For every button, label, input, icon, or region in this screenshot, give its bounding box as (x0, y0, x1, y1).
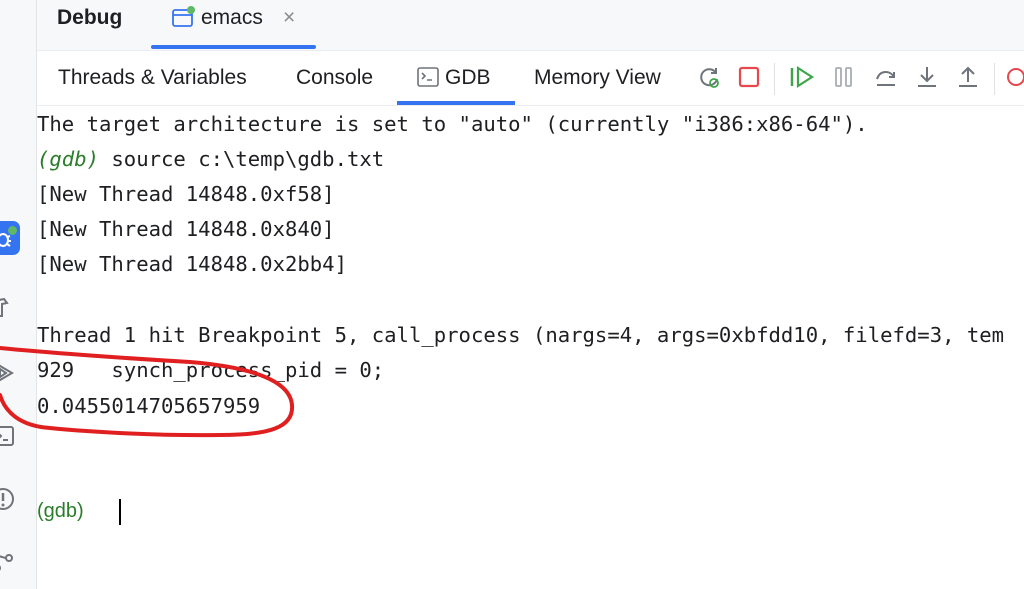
stop-icon (737, 65, 761, 94)
git-icon (0, 550, 15, 574)
toolbar-separator (994, 63, 995, 95)
terminal-tool-button[interactable] (0, 419, 20, 453)
left-tool-strip (0, 0, 37, 589)
tool-window-header: Debug emacs × (37, 0, 1024, 51)
close-icon[interactable]: × (283, 6, 295, 30)
breakpoints-icon (1003, 65, 1024, 93)
console-result-value: 0.0455014705657959 (37, 394, 261, 418)
pause-button[interactable] (830, 65, 858, 93)
active-tab-indicator (397, 101, 515, 105)
session-tab-indicator (151, 45, 316, 49)
step-out-button[interactable] (954, 65, 982, 93)
pause-icon (833, 65, 855, 94)
terminal-icon (417, 67, 439, 93)
problems-icon (0, 487, 15, 511)
hammer-icon (0, 295, 15, 319)
debug-tool-button[interactable] (0, 221, 20, 255)
gdb-console[interactable]: The target architecture is set to "auto"… (37, 106, 1024, 589)
tab-gdb[interactable]: GDB (445, 66, 491, 89)
console-line: 929 synch_process_pid = 0; (37, 358, 385, 382)
step-over-button[interactable] (872, 65, 900, 93)
terminal-icon (0, 424, 15, 448)
build-tool-button[interactable] (0, 290, 20, 324)
run-tool-button[interactable] (0, 356, 20, 390)
problems-tool-button[interactable] (0, 482, 20, 516)
console-line: [New Thread 14848.0x840] (37, 217, 335, 241)
tool-window-title: Debug (57, 6, 123, 29)
tab-console[interactable]: Console (296, 66, 373, 90)
rerun-debug-icon (696, 64, 722, 95)
session-tab-emacs[interactable]: emacs × (171, 0, 301, 50)
console-line: The target architecture is set to "auto"… (37, 112, 868, 136)
session-tab-label: emacs (201, 6, 263, 29)
text-caret (119, 499, 121, 525)
window-icon (171, 6, 195, 35)
run-icon (0, 361, 15, 385)
step-over-icon (874, 65, 898, 94)
gdb-input-prompt[interactable]: (gdb) (37, 500, 84, 523)
tab-memory-view[interactable]: Memory View (534, 66, 661, 90)
rerun-debug-button[interactable] (695, 65, 723, 93)
console-line: (gdb) source c:\temp\gdb.txt (37, 147, 384, 171)
step-into-icon (915, 65, 939, 94)
tab-gdb-icon-wrap[interactable]: GDB (417, 66, 491, 93)
console-line: [New Thread 14848.0xf58] (37, 182, 335, 206)
console-command: source c:\temp\gdb.txt (99, 147, 385, 171)
console-line: Thread 1 hit Breakpoint 5, call_process … (37, 323, 1005, 347)
stop-button[interactable] (735, 65, 763, 93)
gdb-prompt: (gdb) (37, 147, 99, 171)
resume-button[interactable] (788, 65, 816, 93)
breakpoints-button[interactable] (1003, 65, 1024, 93)
git-tool-button[interactable] (0, 545, 20, 579)
status-dot (7, 225, 18, 236)
step-into-button[interactable] (913, 65, 941, 93)
debugger-toolbar: Threads & Variables Console GDB Memory V… (37, 51, 1024, 106)
step-out-icon (956, 65, 980, 94)
tab-threads-variables[interactable]: Threads & Variables (58, 66, 247, 90)
toolbar-separator (774, 63, 775, 95)
console-line: [New Thread 14848.0x2bb4] (37, 252, 347, 276)
resume-icon (789, 65, 815, 94)
